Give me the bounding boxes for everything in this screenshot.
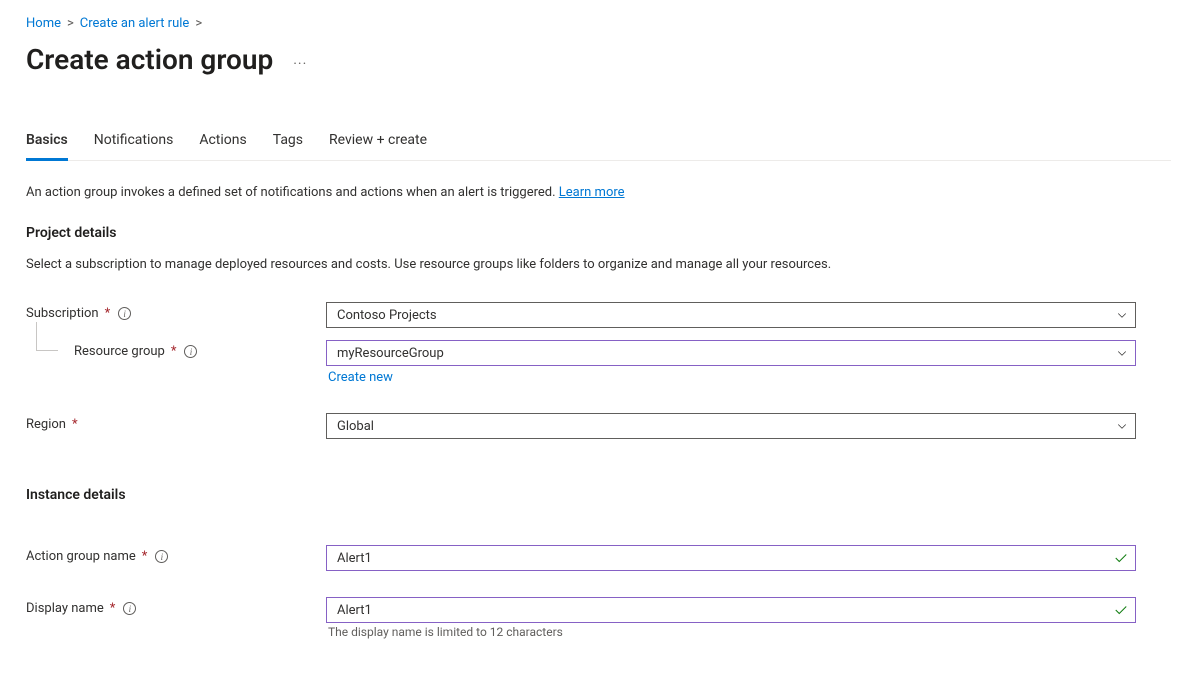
description-text: An action group invokes a defined set of… bbox=[26, 185, 559, 200]
display-name-input-wrapper bbox=[326, 597, 1136, 623]
region-select[interactable]: Global bbox=[326, 413, 1136, 439]
info-icon[interactable]: i bbox=[118, 307, 131, 320]
info-icon[interactable]: i bbox=[184, 345, 197, 358]
resource-group-value: myResourceGroup bbox=[337, 346, 444, 361]
more-icon[interactable]: ··· bbox=[293, 48, 307, 72]
action-group-name-row: Action group name * i bbox=[26, 545, 1171, 571]
info-icon[interactable]: i bbox=[123, 602, 136, 615]
resource-group-field: myResourceGroup bbox=[326, 340, 1136, 366]
action-group-name-input[interactable] bbox=[326, 545, 1136, 571]
subscription-label-text: Subscription bbox=[26, 306, 99, 321]
region-select-wrapper: Global bbox=[326, 413, 1136, 439]
breadcrumb-create-alert[interactable]: Create an alert rule bbox=[80, 16, 190, 31]
resource-group-row: Resource group * i myResourceGroup bbox=[26, 340, 1171, 366]
subscription-select[interactable]: Contoso Projects bbox=[326, 302, 1136, 328]
create-new-link[interactable]: Create new bbox=[328, 370, 393, 385]
tab-notifications[interactable]: Notifications bbox=[94, 132, 174, 161]
resource-group-select[interactable]: myResourceGroup bbox=[326, 340, 1136, 366]
tabs: Basics Notifications Actions Tags Review… bbox=[26, 132, 1171, 161]
breadcrumb-home[interactable]: Home bbox=[26, 16, 61, 31]
description: An action group invokes a defined set of… bbox=[26, 183, 1171, 203]
project-details-text: Select a subscription to manage deployed… bbox=[26, 255, 1171, 275]
learn-more-link[interactable]: Learn more bbox=[559, 185, 625, 200]
subscription-select-wrapper: Contoso Projects bbox=[326, 302, 1136, 328]
required-asterisk: * bbox=[110, 601, 116, 616]
tab-review[interactable]: Review + create bbox=[329, 132, 427, 161]
action-group-input-wrapper bbox=[326, 545, 1136, 571]
display-name-hint: The display name is limited to 12 charac… bbox=[326, 625, 1171, 639]
page-title: Create action group bbox=[26, 43, 273, 76]
tab-tags[interactable]: Tags bbox=[273, 132, 303, 161]
display-name-label: Display name * i bbox=[26, 597, 326, 616]
page-title-row: Create action group ··· bbox=[26, 43, 1171, 76]
resource-group-label-text: Resource group bbox=[74, 344, 165, 359]
display-name-input[interactable] bbox=[326, 597, 1136, 623]
breadcrumb: Home > Create an alert rule > bbox=[26, 16, 1171, 31]
instance-details-title: Instance details bbox=[26, 487, 1171, 503]
info-icon[interactable]: i bbox=[155, 550, 168, 563]
required-asterisk: * bbox=[72, 417, 78, 432]
breadcrumb-sep: > bbox=[195, 16, 202, 31]
display-name-label-text: Display name bbox=[26, 601, 104, 616]
region-value: Global bbox=[337, 419, 374, 434]
breadcrumb-sep: > bbox=[67, 16, 74, 31]
subscription-value: Contoso Projects bbox=[337, 308, 437, 323]
subscription-row: Subscription * i Contoso Projects bbox=[26, 302, 1171, 328]
region-field: Global bbox=[326, 413, 1136, 439]
resource-group-select-wrapper: myResourceGroup bbox=[326, 340, 1136, 366]
subscription-field: Contoso Projects bbox=[326, 302, 1136, 328]
region-row: Region * Global bbox=[26, 413, 1171, 439]
tab-actions[interactable]: Actions bbox=[199, 132, 246, 161]
resource-group-label: Resource group * i bbox=[26, 340, 326, 359]
subscription-label: Subscription * i bbox=[26, 302, 326, 321]
region-label: Region * bbox=[26, 413, 326, 432]
required-asterisk: * bbox=[171, 344, 177, 359]
display-name-field bbox=[326, 597, 1136, 623]
action-group-name-field bbox=[326, 545, 1136, 571]
display-name-row: Display name * i bbox=[26, 597, 1171, 623]
create-new-row: Create new bbox=[326, 370, 1171, 385]
action-group-name-label: Action group name * i bbox=[26, 545, 326, 564]
required-asterisk: * bbox=[142, 549, 148, 564]
region-label-text: Region bbox=[26, 417, 66, 432]
project-details-title: Project details bbox=[26, 225, 1171, 241]
required-asterisk: * bbox=[105, 306, 111, 321]
tab-basics[interactable]: Basics bbox=[26, 132, 68, 161]
action-group-label-text: Action group name bbox=[26, 549, 136, 564]
